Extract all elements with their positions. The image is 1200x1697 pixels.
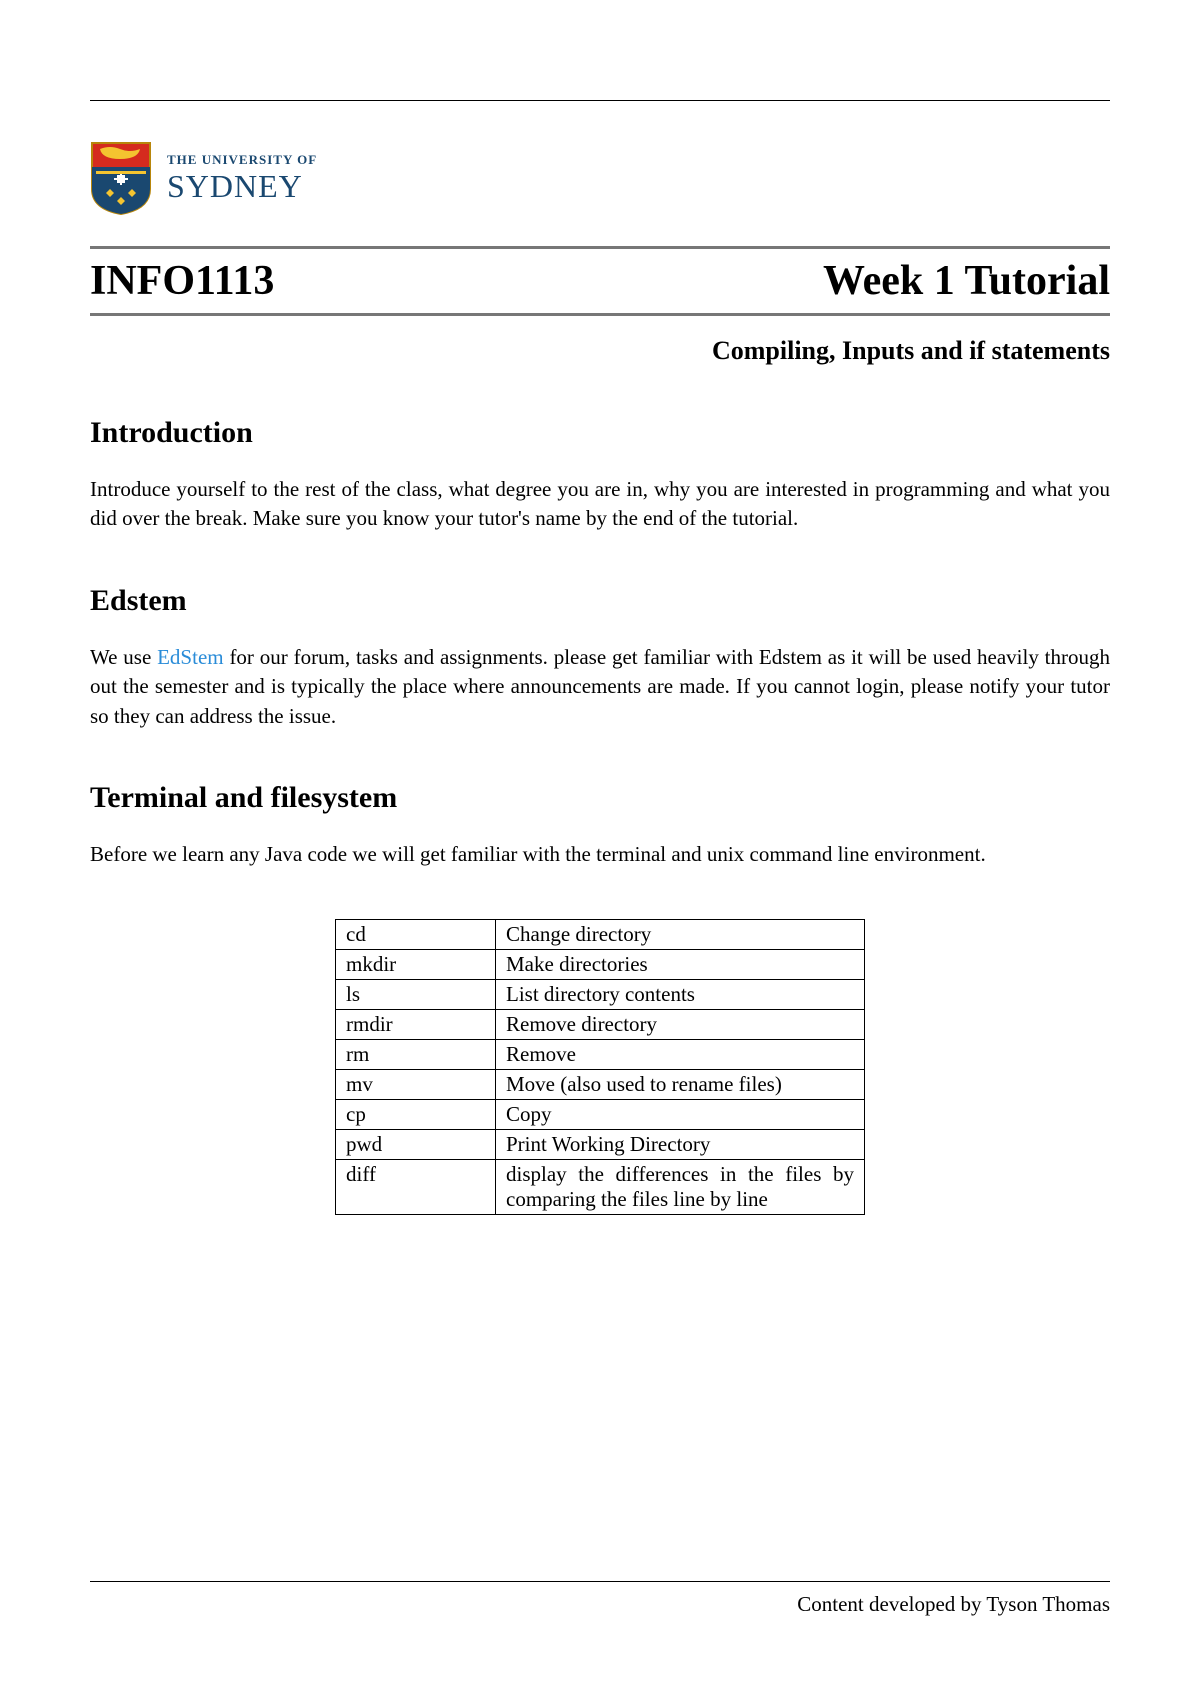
command-name: cp: [336, 1100, 496, 1130]
course-code: INFO1113: [90, 257, 274, 305]
command-name: cd: [336, 920, 496, 950]
command-name: mv: [336, 1070, 496, 1100]
document-subtitle: Compiling, Inputs and if statements: [90, 336, 1110, 366]
command-name: diff: [336, 1160, 496, 1215]
introduction-body: Introduce yourself to the rest of the cl…: [90, 475, 1110, 534]
edstem-body: We use EdStem for our forum, tasks and a…: [90, 643, 1110, 731]
command-name: mkdir: [336, 950, 496, 980]
top-rule: [90, 100, 1110, 101]
command-description: display the differences in the files by …: [496, 1160, 865, 1215]
terminal-heading: Terminal and filesystem: [90, 781, 1110, 815]
title-top-divider: [90, 246, 1110, 249]
table-row: rmRemove: [336, 1040, 865, 1070]
command-description: List directory contents: [496, 980, 865, 1010]
footer-text: Content developed by Tyson Thomas: [90, 1592, 1110, 1617]
terminal-body: Before we learn any Java code we will ge…: [90, 840, 1110, 869]
title-row: INFO1113 Week 1 Tutorial: [90, 257, 1110, 305]
table-row: lsList directory contents: [336, 980, 865, 1010]
edstem-link[interactable]: EdStem: [157, 645, 224, 669]
command-description: Copy: [496, 1100, 865, 1130]
edstem-heading: Edstem: [90, 584, 1110, 618]
command-name: pwd: [336, 1130, 496, 1160]
command-description: Change directory: [496, 920, 865, 950]
command-description: Make directories: [496, 950, 865, 980]
table-row: mvMove (also used to rename files): [336, 1070, 865, 1100]
table-row: cpCopy: [336, 1100, 865, 1130]
edstem-suffix: for our forum, tasks and assignments. pl…: [90, 645, 1110, 728]
table-row: rmdirRemove directory: [336, 1010, 865, 1040]
commands-table: cdChange directorymkdirMake directoriesl…: [335, 919, 865, 1215]
command-name: rm: [336, 1040, 496, 1070]
command-name: ls: [336, 980, 496, 1010]
week-title: Week 1 Tutorial: [823, 257, 1110, 305]
command-description: Remove directory: [496, 1010, 865, 1040]
table-row: diffdisplay the differences in the files…: [336, 1160, 865, 1215]
table-row: mkdirMake directories: [336, 950, 865, 980]
university-logo-row: THE UNIVERSITY OF SYDNEY: [90, 141, 1110, 216]
university-large-text: SYDNEY: [167, 168, 317, 205]
university-small-text: THE UNIVERSITY OF: [167, 152, 317, 168]
command-description: Print Working Directory: [496, 1130, 865, 1160]
footer-rule: [90, 1581, 1110, 1582]
edstem-prefix: We use: [90, 645, 157, 669]
command-description: Remove: [496, 1040, 865, 1070]
command-description: Move (also used to rename files): [496, 1070, 865, 1100]
table-row: cdChange directory: [336, 920, 865, 950]
title-bottom-divider: [90, 313, 1110, 316]
table-row: pwdPrint Working Directory: [336, 1130, 865, 1160]
university-name: THE UNIVERSITY OF SYDNEY: [167, 152, 317, 205]
document-page: THE UNIVERSITY OF SYDNEY INFO1113 Week 1…: [0, 0, 1200, 1697]
command-name: rmdir: [336, 1010, 496, 1040]
introduction-heading: Introduction: [90, 416, 1110, 450]
page-footer: Content developed by Tyson Thomas: [90, 1581, 1110, 1617]
university-crest-icon: [90, 141, 152, 216]
